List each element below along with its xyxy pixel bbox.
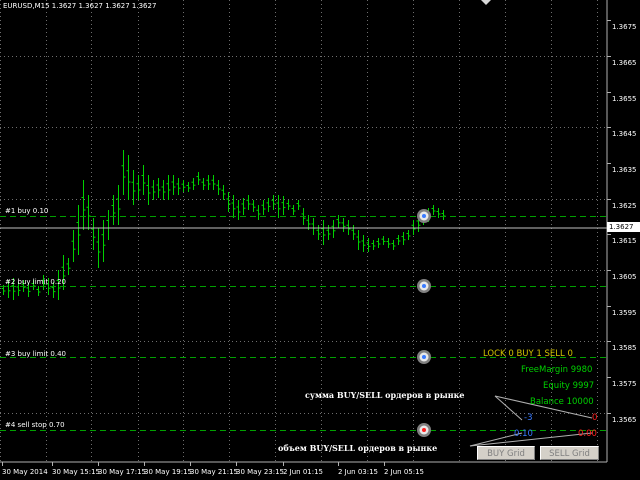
order-label-3: #3 buy limit 0.40	[5, 350, 67, 358]
price-label: 1.3615	[612, 237, 637, 245]
price-label: 1.3585	[612, 344, 637, 352]
marker-core	[422, 284, 426, 288]
marker-core	[422, 355, 426, 359]
price-label: 1.3565	[612, 416, 637, 424]
price-label: 1.3605	[612, 273, 637, 281]
order-label-4: #4 sell stop 0.70	[5, 421, 65, 429]
time-label: 30 May 2014	[2, 468, 48, 476]
time-label: 2 Jun 01:15	[283, 468, 324, 476]
chart-symbol-info: EURUSD,M15 1.3627 1.3627 1.3627 1.3627	[3, 2, 157, 10]
order-label-2: #2 buy limit 0.20	[5, 278, 67, 286]
order-label-1: #1 buy 0.10	[5, 207, 49, 215]
marker-core	[422, 214, 426, 218]
price-label: 1.3675	[612, 23, 637, 31]
buy-grid-button[interactable]: BUY Grid	[477, 446, 535, 460]
marker-core	[422, 428, 426, 432]
equity-text: Equity 9997	[543, 381, 595, 391]
time-label: 30 May 17:15	[98, 468, 147, 476]
time-label: 30 May 15:15	[52, 468, 101, 476]
balance-text: Balance 10000	[530, 397, 594, 407]
time-label: 30 May 19:15	[144, 468, 193, 476]
price-chart[interactable]	[0, 0, 640, 480]
price-label: 1.3595	[612, 309, 637, 317]
price-label: 1.3625	[612, 202, 637, 210]
trading-terminal-window: EURUSD,M15 1.3627 1.3627 1.3627 1.3627 #…	[0, 0, 640, 480]
chart-grid	[0, 0, 607, 462]
sell-volume-value: 0.00	[578, 429, 597, 439]
sum-orders-annotation: сумма BUY/SELL ордеров в рынке	[305, 390, 465, 400]
chart-shift-marker-icon	[481, 0, 491, 5]
order-levels	[0, 209, 607, 437]
price-label: 1.3665	[612, 59, 637, 67]
price-label: 1.3635	[612, 166, 637, 174]
lock-status-text: LOCK 0 BUY 1 SELL 0	[483, 349, 573, 359]
price-label: 1.3655	[612, 95, 637, 103]
free-margin-text: FreeMargin 9980	[521, 365, 593, 375]
price-label: 1.3575	[612, 380, 637, 388]
sell-grid-button[interactable]: SELL Grid	[540, 446, 599, 460]
current-price-tag: 1.3627	[607, 222, 640, 232]
time-label: 30 May 21:15	[190, 468, 239, 476]
sell-orders-sum: 0	[592, 413, 598, 423]
candle-series	[1, 150, 446, 300]
time-label: 30 May 23:15	[236, 468, 285, 476]
price-label: 1.3645	[612, 130, 637, 138]
time-label: 2 Jun 05:15	[384, 468, 425, 476]
buy-orders-sum: -3	[524, 413, 533, 423]
time-label: 2 Jun 03:15	[338, 468, 379, 476]
volume-orders-annotation: объем BUY/SELL ордеров в рынке	[278, 443, 438, 453]
buy-volume-value: 0.10	[514, 429, 533, 439]
